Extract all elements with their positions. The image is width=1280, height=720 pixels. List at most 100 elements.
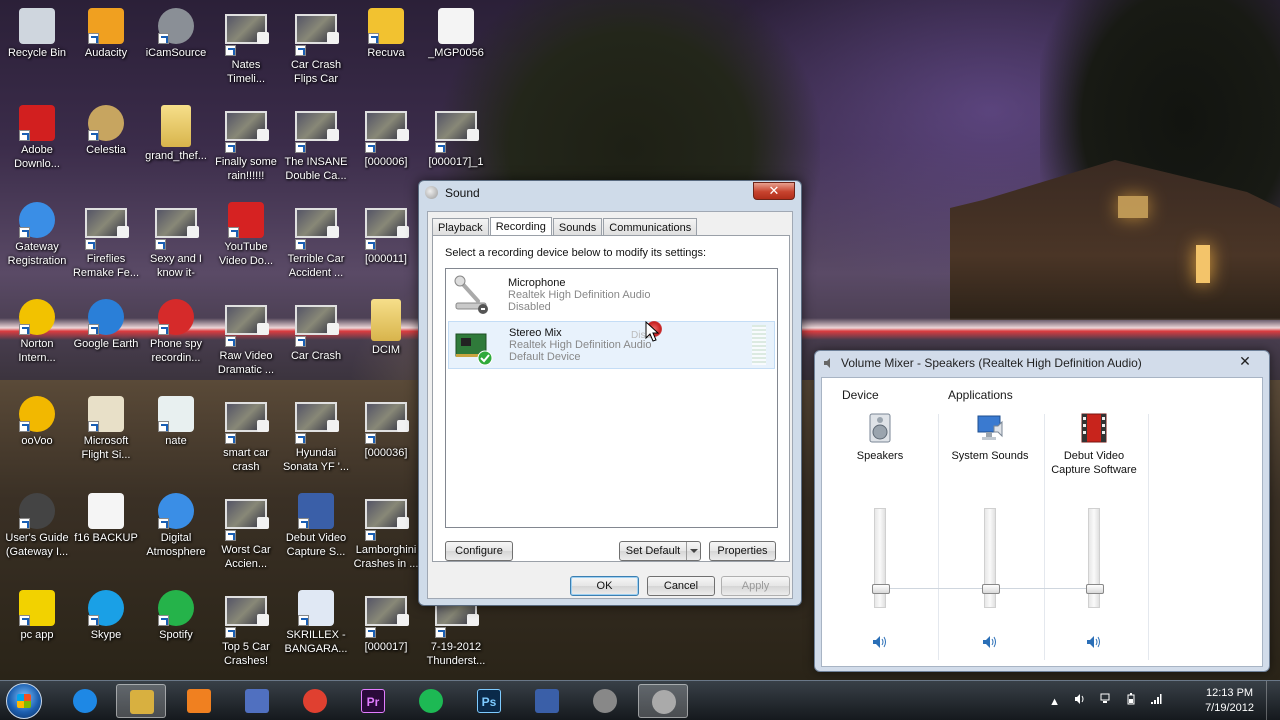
adobe-icon (19, 105, 55, 141)
desktop-icon[interactable]: Google Earth (71, 299, 141, 351)
taskbar-spotify-button[interactable] (406, 684, 456, 718)
close-button[interactable]: ✕ (1235, 353, 1255, 369)
chevron-up-icon[interactable]: ▲ (1049, 696, 1061, 708)
desktop-icon[interactable]: [000017] (351, 590, 421, 654)
recuva-icon (368, 8, 404, 44)
desktop-icon[interactable]: Nates Timeli... (211, 8, 281, 86)
desktop-icon[interactable]: Recycle Bin (2, 8, 72, 60)
desktop-icon[interactable]: Recuva (351, 8, 421, 60)
desktop-icon[interactable]: Phone spy recordin... (141, 299, 211, 365)
clock[interactable]: 12:13 PM 7/19/2012 (1205, 686, 1254, 716)
desktop-icon[interactable]: [000036] (351, 396, 421, 460)
taskbar-sound-speaker-2-button[interactable] (638, 684, 688, 718)
desktop-icon[interactable]: Lamborghini Crashes in ... (351, 493, 421, 571)
volume-slider-thumb[interactable] (982, 584, 1000, 594)
desktop-icon-label: User's Guide (Gateway I... (5, 532, 69, 558)
sound-dialog[interactable]: Sound ✕ Playback Recording Sounds Commun… (418, 180, 802, 606)
video-icon (225, 14, 269, 56)
desktop-icon[interactable]: ooVoo (2, 396, 72, 448)
volume-slider-thumb[interactable] (1086, 584, 1104, 594)
desktop-icon[interactable]: f16 BACKUP (71, 493, 141, 545)
desktop-icon[interactable]: Skype (71, 590, 141, 642)
desktop-icon[interactable]: Fireflies Remake Fe... (71, 202, 141, 280)
desktop-icon[interactable]: Gateway Registration (2, 202, 72, 268)
device-row-microphone[interactable]: Microphone Realtek High Definition Audio… (448, 271, 775, 319)
desktop-icon[interactable]: Car Crash Flips Car (281, 8, 351, 86)
properties-button[interactable]: Properties (709, 541, 776, 561)
battery-icon[interactable] (1125, 693, 1137, 705)
mute-toggle-icon[interactable] (1085, 635, 1103, 649)
tab-strip: Playback Recording Sounds Communications (432, 216, 698, 238)
desktop-icon[interactable]: Audacity (71, 8, 141, 60)
desktop-icon[interactable]: DCIM (351, 299, 421, 357)
desktop-icon[interactable]: iCamSource (141, 8, 211, 60)
taskbar-sound-speaker-1-button[interactable] (580, 684, 630, 718)
set-default-button[interactable]: Set Default (619, 541, 701, 561)
chevron-down-icon[interactable] (686, 542, 700, 560)
sound-titlebar[interactable]: Sound ✕ (419, 181, 801, 205)
phone-icon (158, 299, 194, 335)
taskbar-photoshop-button[interactable]: Ps (464, 684, 514, 718)
start-button[interactable] (6, 683, 42, 719)
doc-icon (88, 493, 124, 529)
volume-icon[interactable] (1074, 693, 1086, 705)
apply-button[interactable]: Apply (721, 576, 790, 596)
desktop-icon[interactable]: YouTube Video Do... (211, 202, 281, 268)
desktop-icon[interactable]: grand_thef... (141, 105, 211, 163)
desktop-icon-label: Raw Video Dramatic ... (217, 350, 275, 376)
desktop-icon[interactable]: pc app (2, 590, 72, 642)
taskbar-file-explorer-button[interactable] (116, 684, 166, 718)
desktop-icon-label: f16 BACKUP (74, 532, 138, 544)
video-icon (365, 596, 409, 638)
taskbar-internet-explorer-button[interactable] (60, 684, 110, 718)
desktop-icon[interactable]: nate (141, 396, 211, 448)
desktop-icon[interactable]: Raw Video Dramatic ... (211, 299, 281, 377)
desktop-icon-label: Phone spy recordin... (150, 338, 202, 364)
desktop-icon[interactable]: Top 5 Car Crashes! (211, 590, 281, 668)
close-button[interactable]: ✕ (753, 182, 795, 200)
desktop-icon[interactable]: Microsoft Flight Si... (71, 396, 141, 462)
volume-mixer-window[interactable]: Volume Mixer - Speakers (Realtek High De… (814, 350, 1270, 672)
taskbar-media-player-button[interactable] (174, 684, 224, 718)
network-icon[interactable] (1099, 693, 1111, 705)
desktop-icon[interactable]: Car Crash (281, 299, 351, 363)
taskbar-chrome-button[interactable] (290, 684, 340, 718)
mute-toggle-icon[interactable] (871, 635, 889, 649)
desktop-icon-label: nate (165, 435, 187, 447)
desktop-icon-label: Google Earth (73, 338, 139, 350)
device-row-stereo-mix[interactable]: Stereo Mix Realtek High Definition Audio… (448, 321, 775, 369)
volume-slider-thumb[interactable] (872, 584, 890, 594)
desktop-icon[interactable]: Adobe Downlo... (2, 105, 72, 171)
desktop-icon[interactable]: Celestia (71, 105, 141, 157)
set-default-label: Set Default (625, 545, 681, 557)
desktop-icon[interactable]: SKRILLEX - BANGARA... (281, 590, 351, 656)
mute-toggle-icon[interactable] (981, 635, 999, 649)
signal-strength-icon[interactable] (1150, 693, 1162, 705)
taskbar-debut-video-button[interactable] (522, 684, 572, 718)
taskbar-paint-tool-button[interactable] (232, 684, 282, 718)
desktop-icon[interactable]: The INSANE Double Ca... (281, 105, 351, 183)
desktop-icon[interactable]: User's Guide (Gateway I... (2, 493, 72, 559)
desktop-icon[interactable]: Spotify (141, 590, 211, 642)
desktop-icon[interactable]: Hyundai Sonata YF '... (281, 396, 351, 474)
desktop-icon[interactable]: Terrible Car Accident ... (281, 202, 351, 280)
desktop-icon[interactable]: Norton Intern... (2, 299, 72, 365)
desktop-icon[interactable]: [000006] (351, 105, 421, 169)
configure-button[interactable]: Configure (445, 541, 513, 561)
desktop-icon[interactable]: smart car crash (211, 396, 281, 474)
desktop-icon[interactable]: [000017]_1 (421, 105, 491, 169)
show-desktop-button[interactable] (1266, 681, 1280, 720)
desktop-icon[interactable]: Digital Atmosphere (141, 493, 211, 559)
desktop-icon[interactable]: Debut Video Capture S... (281, 493, 351, 559)
desktop-icon[interactable]: Sexy and I know it- (141, 202, 211, 280)
cancel-button[interactable]: Cancel (647, 576, 715, 596)
shortcut-arrow-icon (155, 239, 166, 250)
ok-button[interactable]: OK (570, 576, 639, 596)
taskbar-premiere-button[interactable]: Pr (348, 684, 398, 718)
desktop-icon[interactable]: Worst Car Accien... (211, 493, 281, 571)
desktop-icon[interactable]: [000011] (351, 202, 421, 266)
recording-device-list[interactable]: Microphone Realtek High Definition Audio… (445, 268, 778, 528)
desktop-icon[interactable]: _MGP0056 (421, 8, 491, 60)
desktop-icon[interactable]: Finally some rain!!!!!! (211, 105, 281, 183)
desktop-icon-label: SKRILLEX - BANGARA... (284, 629, 348, 655)
